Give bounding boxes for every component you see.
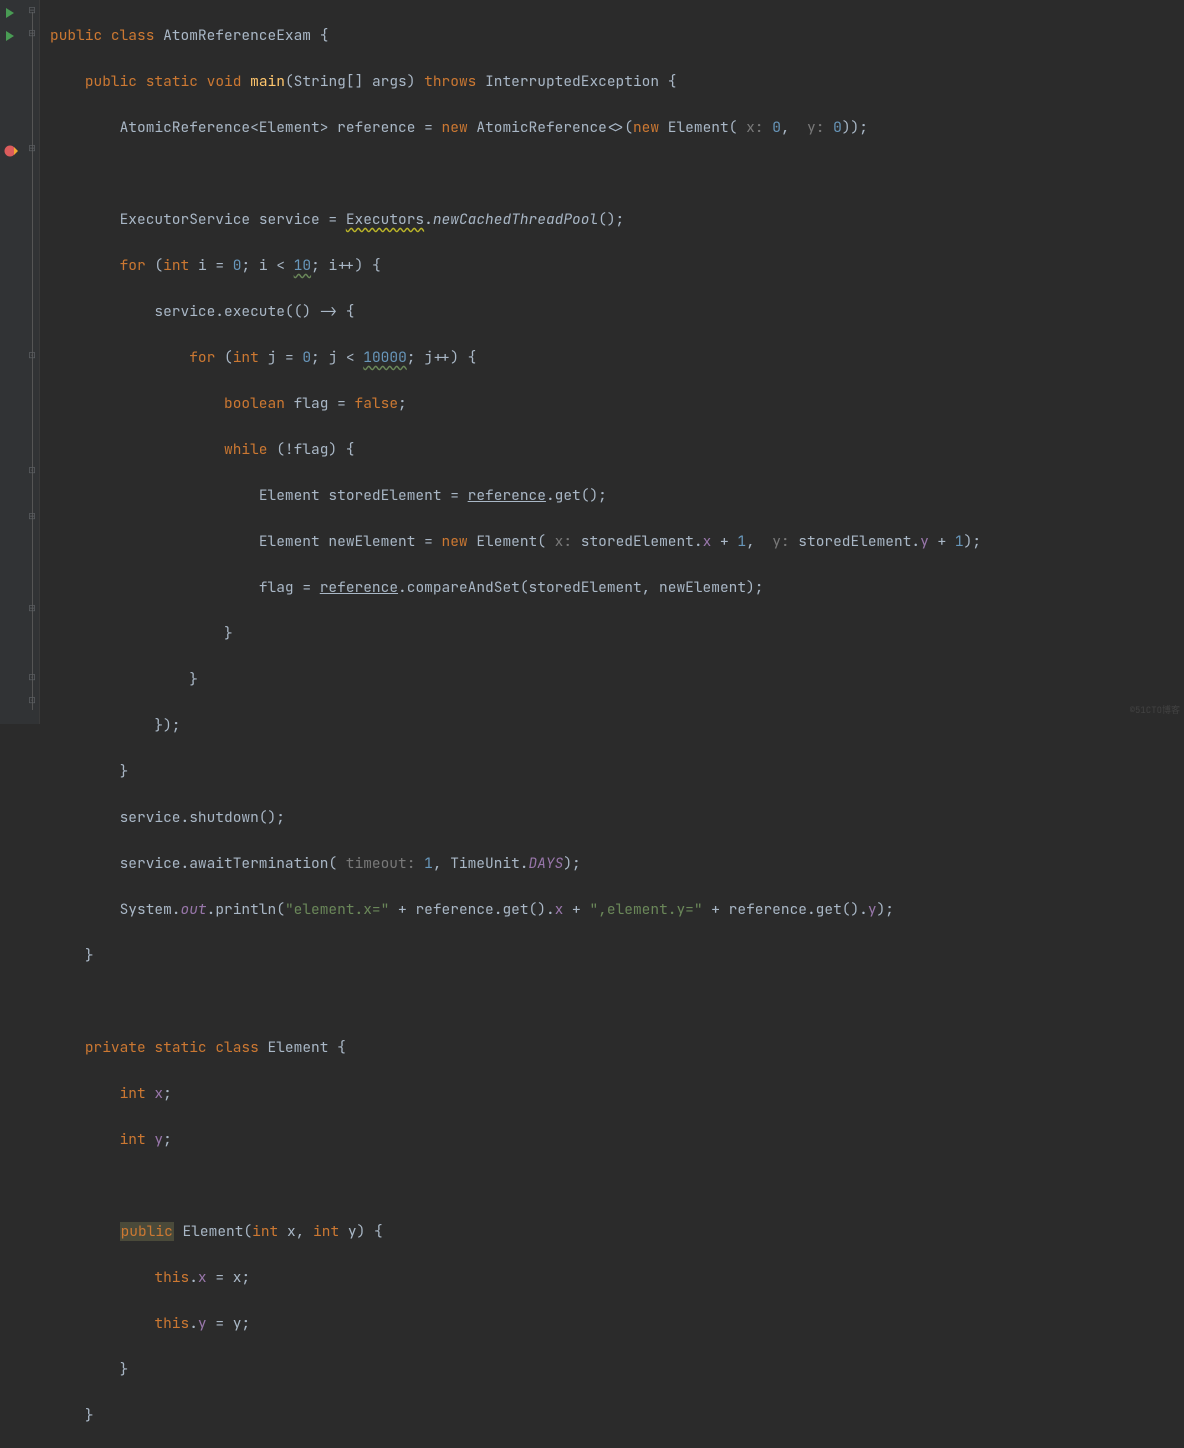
code-line: }: [50, 668, 981, 691]
code-line: private static class Element {: [50, 1036, 981, 1059]
fold-open-icon[interactable]: ⊟: [27, 511, 37, 521]
code-line: }: [50, 1358, 981, 1381]
code-line: Element newElement = new Element( x: sto…: [50, 530, 981, 553]
code-line: this.y = y;: [50, 1312, 981, 1335]
gutter: ⊟ ⊟ ⊟ ⊡ ⊡ ⊟ ⊟ ⊡ ⊡: [0, 0, 40, 724]
fold-close-icon[interactable]: ⊡: [27, 465, 37, 475]
code-line: public static void main(String[] args) t…: [50, 70, 981, 93]
code-line: while (!flag) {: [50, 438, 981, 461]
watermark: ©51CTO博客: [1130, 699, 1180, 722]
code-line: for (int i = 0; i < 10; i++) {: [50, 254, 981, 277]
fold-close-icon[interactable]: ⊡: [27, 350, 37, 360]
code-line: flag = reference.compareAndSet(storedEle…: [50, 576, 981, 599]
fold-close-icon[interactable]: ⊡: [27, 695, 37, 705]
code-line: ExecutorService service = Executors.newC…: [50, 208, 981, 231]
code-line: int x;: [50, 1082, 981, 1105]
fold-open-icon[interactable]: ⊟: [27, 5, 37, 15]
code-line: [50, 1174, 981, 1197]
fold-open-icon[interactable]: ⊟: [27, 603, 37, 613]
code-line: service.execute(() -> {: [50, 300, 981, 323]
code-line: for (int j = 0; j < 10000; j++) {: [50, 346, 981, 369]
code-line: AtomicReference<Element> reference = new…: [50, 116, 981, 139]
code-line: Element storedElement = reference.get();: [50, 484, 981, 507]
code-line: System.out.println("element.x=" + refere…: [50, 898, 981, 921]
code-line: boolean flag = false;: [50, 392, 981, 415]
fold-open-icon[interactable]: ⊟: [27, 28, 37, 38]
code-line: [50, 990, 981, 1013]
code-line: public class AtomReferenceExam {: [50, 24, 981, 47]
fold-column: ⊟ ⊟ ⊟ ⊡ ⊡ ⊟ ⊟ ⊡ ⊡: [27, 0, 37, 724]
code-line: [50, 162, 981, 185]
fold-close-icon[interactable]: ⊡: [27, 672, 37, 682]
code-line: public Element(int x, int y) {: [50, 1220, 981, 1243]
fold-open-icon[interactable]: ⊟: [27, 143, 37, 153]
code-editor: ⊟ ⊟ ⊟ ⊡ ⊡ ⊟ ⊟ ⊡ ⊡ public class AtomRefer…: [0, 0, 1184, 724]
code-line: int y;: [50, 1128, 981, 1151]
code-area[interactable]: public class AtomReferenceExam { public …: [40, 0, 981, 724]
code-line: });: [50, 714, 981, 737]
code-line: service.shutdown();: [50, 806, 981, 829]
code-line: }: [50, 1404, 981, 1427]
code-line: }: [50, 760, 981, 783]
code-line: }: [50, 622, 981, 645]
code-line: this.x = x;: [50, 1266, 981, 1289]
code-line: }: [50, 944, 981, 967]
code-line: service.awaitTermination( timeout: 1, Ti…: [50, 852, 981, 875]
